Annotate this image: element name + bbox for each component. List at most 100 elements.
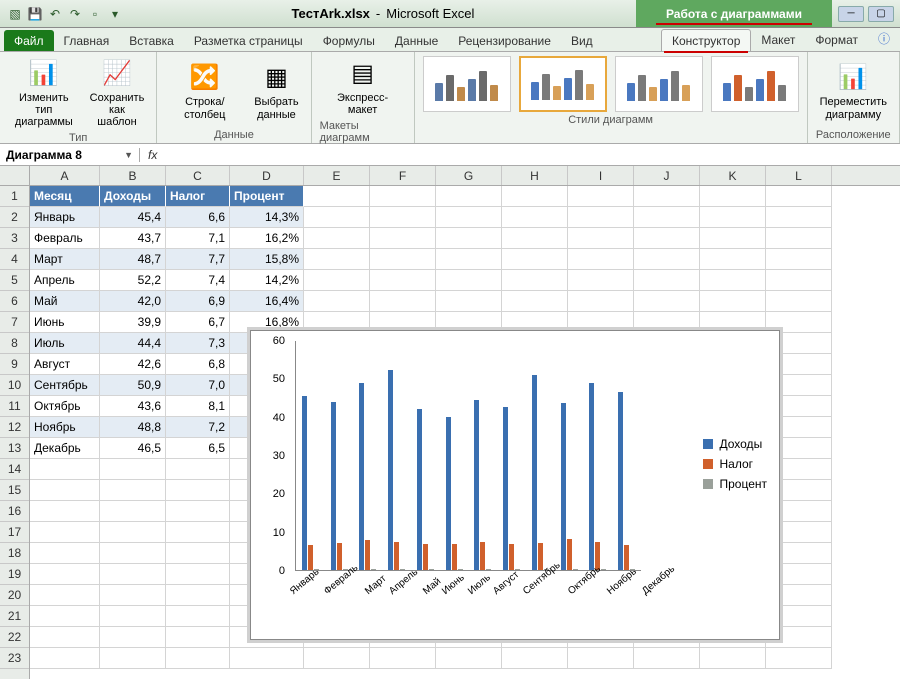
- worksheet-grid[interactable]: ABCDEFGHIJKL 123456789101112131415161718…: [0, 166, 900, 679]
- bar[interactable]: [538, 543, 543, 570]
- cell[interactable]: [502, 270, 568, 291]
- cell[interactable]: [700, 291, 766, 312]
- new-icon[interactable]: ▫: [86, 5, 104, 23]
- cell[interactable]: 44,4: [100, 333, 166, 354]
- cell[interactable]: 7,0: [166, 375, 230, 396]
- cell[interactable]: 52,2: [100, 270, 166, 291]
- cell[interactable]: [100, 480, 166, 501]
- cell[interactable]: [436, 228, 502, 249]
- row-header[interactable]: 14: [0, 459, 29, 480]
- cell[interactable]: [634, 270, 700, 291]
- column-header[interactable]: F: [370, 166, 436, 185]
- switch-row-column-button[interactable]: 🔀Строка/столбец: [165, 60, 244, 122]
- bar[interactable]: [515, 569, 520, 570]
- bar-group[interactable]: [469, 400, 498, 570]
- cell[interactable]: [166, 543, 230, 564]
- cell[interactable]: [370, 270, 436, 291]
- bar[interactable]: [394, 542, 399, 570]
- cell[interactable]: [166, 522, 230, 543]
- cell[interactable]: [230, 648, 304, 669]
- cell[interactable]: [370, 249, 436, 270]
- cell[interactable]: [634, 291, 700, 312]
- cell[interactable]: [700, 648, 766, 669]
- cell[interactable]: Декабрь: [30, 438, 100, 459]
- cell[interactable]: [30, 585, 100, 606]
- cell[interactable]: 6,7: [166, 312, 230, 333]
- cell[interactable]: [166, 606, 230, 627]
- redo-icon[interactable]: ↷: [66, 5, 84, 23]
- cell[interactable]: 14,3%: [230, 207, 304, 228]
- cell[interactable]: [568, 249, 634, 270]
- cell[interactable]: [634, 648, 700, 669]
- name-box-dropdown-icon[interactable]: ▼: [124, 150, 133, 160]
- cell[interactable]: [568, 228, 634, 249]
- cell[interactable]: 48,8: [100, 417, 166, 438]
- column-header[interactable]: H: [502, 166, 568, 185]
- column-header[interactable]: I: [568, 166, 634, 185]
- cell[interactable]: 45,4: [100, 207, 166, 228]
- legend-item[interactable]: Доходы: [703, 437, 767, 451]
- tab-Вставка[interactable]: Вставка: [119, 30, 184, 51]
- row-header[interactable]: 7: [0, 312, 29, 333]
- cell[interactable]: [502, 249, 568, 270]
- cell[interactable]: [700, 228, 766, 249]
- cell[interactable]: Доходы: [100, 186, 166, 207]
- tab-file[interactable]: Файл: [4, 30, 54, 51]
- cell[interactable]: [766, 648, 832, 669]
- row-header[interactable]: 2: [0, 207, 29, 228]
- bar-group[interactable]: [411, 409, 440, 570]
- row-header[interactable]: 21: [0, 606, 29, 627]
- row-header[interactable]: 11: [0, 396, 29, 417]
- cell[interactable]: Июнь: [30, 312, 100, 333]
- cell[interactable]: [436, 270, 502, 291]
- cell[interactable]: 50,9: [100, 375, 166, 396]
- cell[interactable]: 42,0: [100, 291, 166, 312]
- row-header[interactable]: 20: [0, 585, 29, 606]
- cell[interactable]: Март: [30, 249, 100, 270]
- cell[interactable]: [30, 648, 100, 669]
- bar-group[interactable]: [440, 417, 469, 570]
- column-header[interactable]: K: [700, 166, 766, 185]
- bar[interactable]: [337, 543, 342, 570]
- row-header[interactable]: 6: [0, 291, 29, 312]
- bar[interactable]: [423, 544, 428, 570]
- bar[interactable]: [509, 544, 514, 570]
- cell[interactable]: [30, 606, 100, 627]
- cell[interactable]: [100, 543, 166, 564]
- cell[interactable]: [166, 585, 230, 606]
- cell[interactable]: Июль: [30, 333, 100, 354]
- restore-button[interactable]: ▢: [868, 6, 894, 22]
- cell[interactable]: 48,7: [100, 249, 166, 270]
- cell[interactable]: [100, 648, 166, 669]
- bar-group[interactable]: [325, 402, 354, 570]
- chart-style-thumb[interactable]: [519, 56, 607, 112]
- bar-group[interactable]: [354, 383, 383, 570]
- bar-group[interactable]: [555, 403, 584, 570]
- bar[interactable]: [618, 392, 623, 570]
- cell[interactable]: [370, 186, 436, 207]
- cell[interactable]: [766, 270, 832, 291]
- chart-plot-area[interactable]: [295, 341, 641, 571]
- cell[interactable]: [766, 291, 832, 312]
- row-header[interactable]: 18: [0, 543, 29, 564]
- bar-group[interactable]: [612, 392, 641, 570]
- chart-style-thumb[interactable]: [711, 56, 799, 112]
- bar[interactable]: [532, 375, 537, 570]
- cell[interactable]: [502, 648, 568, 669]
- row-header[interactable]: 10: [0, 375, 29, 396]
- cell[interactable]: [766, 207, 832, 228]
- cell[interactable]: [30, 480, 100, 501]
- cell[interactable]: 43,6: [100, 396, 166, 417]
- column-header[interactable]: L: [766, 166, 832, 185]
- bar[interactable]: [567, 539, 572, 570]
- tab-Вид[interactable]: Вид: [561, 30, 603, 51]
- move-chart-button[interactable]: 📊Переместить диаграмму: [816, 60, 891, 122]
- cell[interactable]: [304, 291, 370, 312]
- bar[interactable]: [561, 403, 566, 570]
- cell[interactable]: 39,9: [100, 312, 166, 333]
- qat-dropdown-icon[interactable]: ▾: [106, 5, 124, 23]
- bar[interactable]: [486, 569, 491, 570]
- cell[interactable]: [304, 207, 370, 228]
- bar[interactable]: [388, 370, 393, 570]
- cell[interactable]: [436, 207, 502, 228]
